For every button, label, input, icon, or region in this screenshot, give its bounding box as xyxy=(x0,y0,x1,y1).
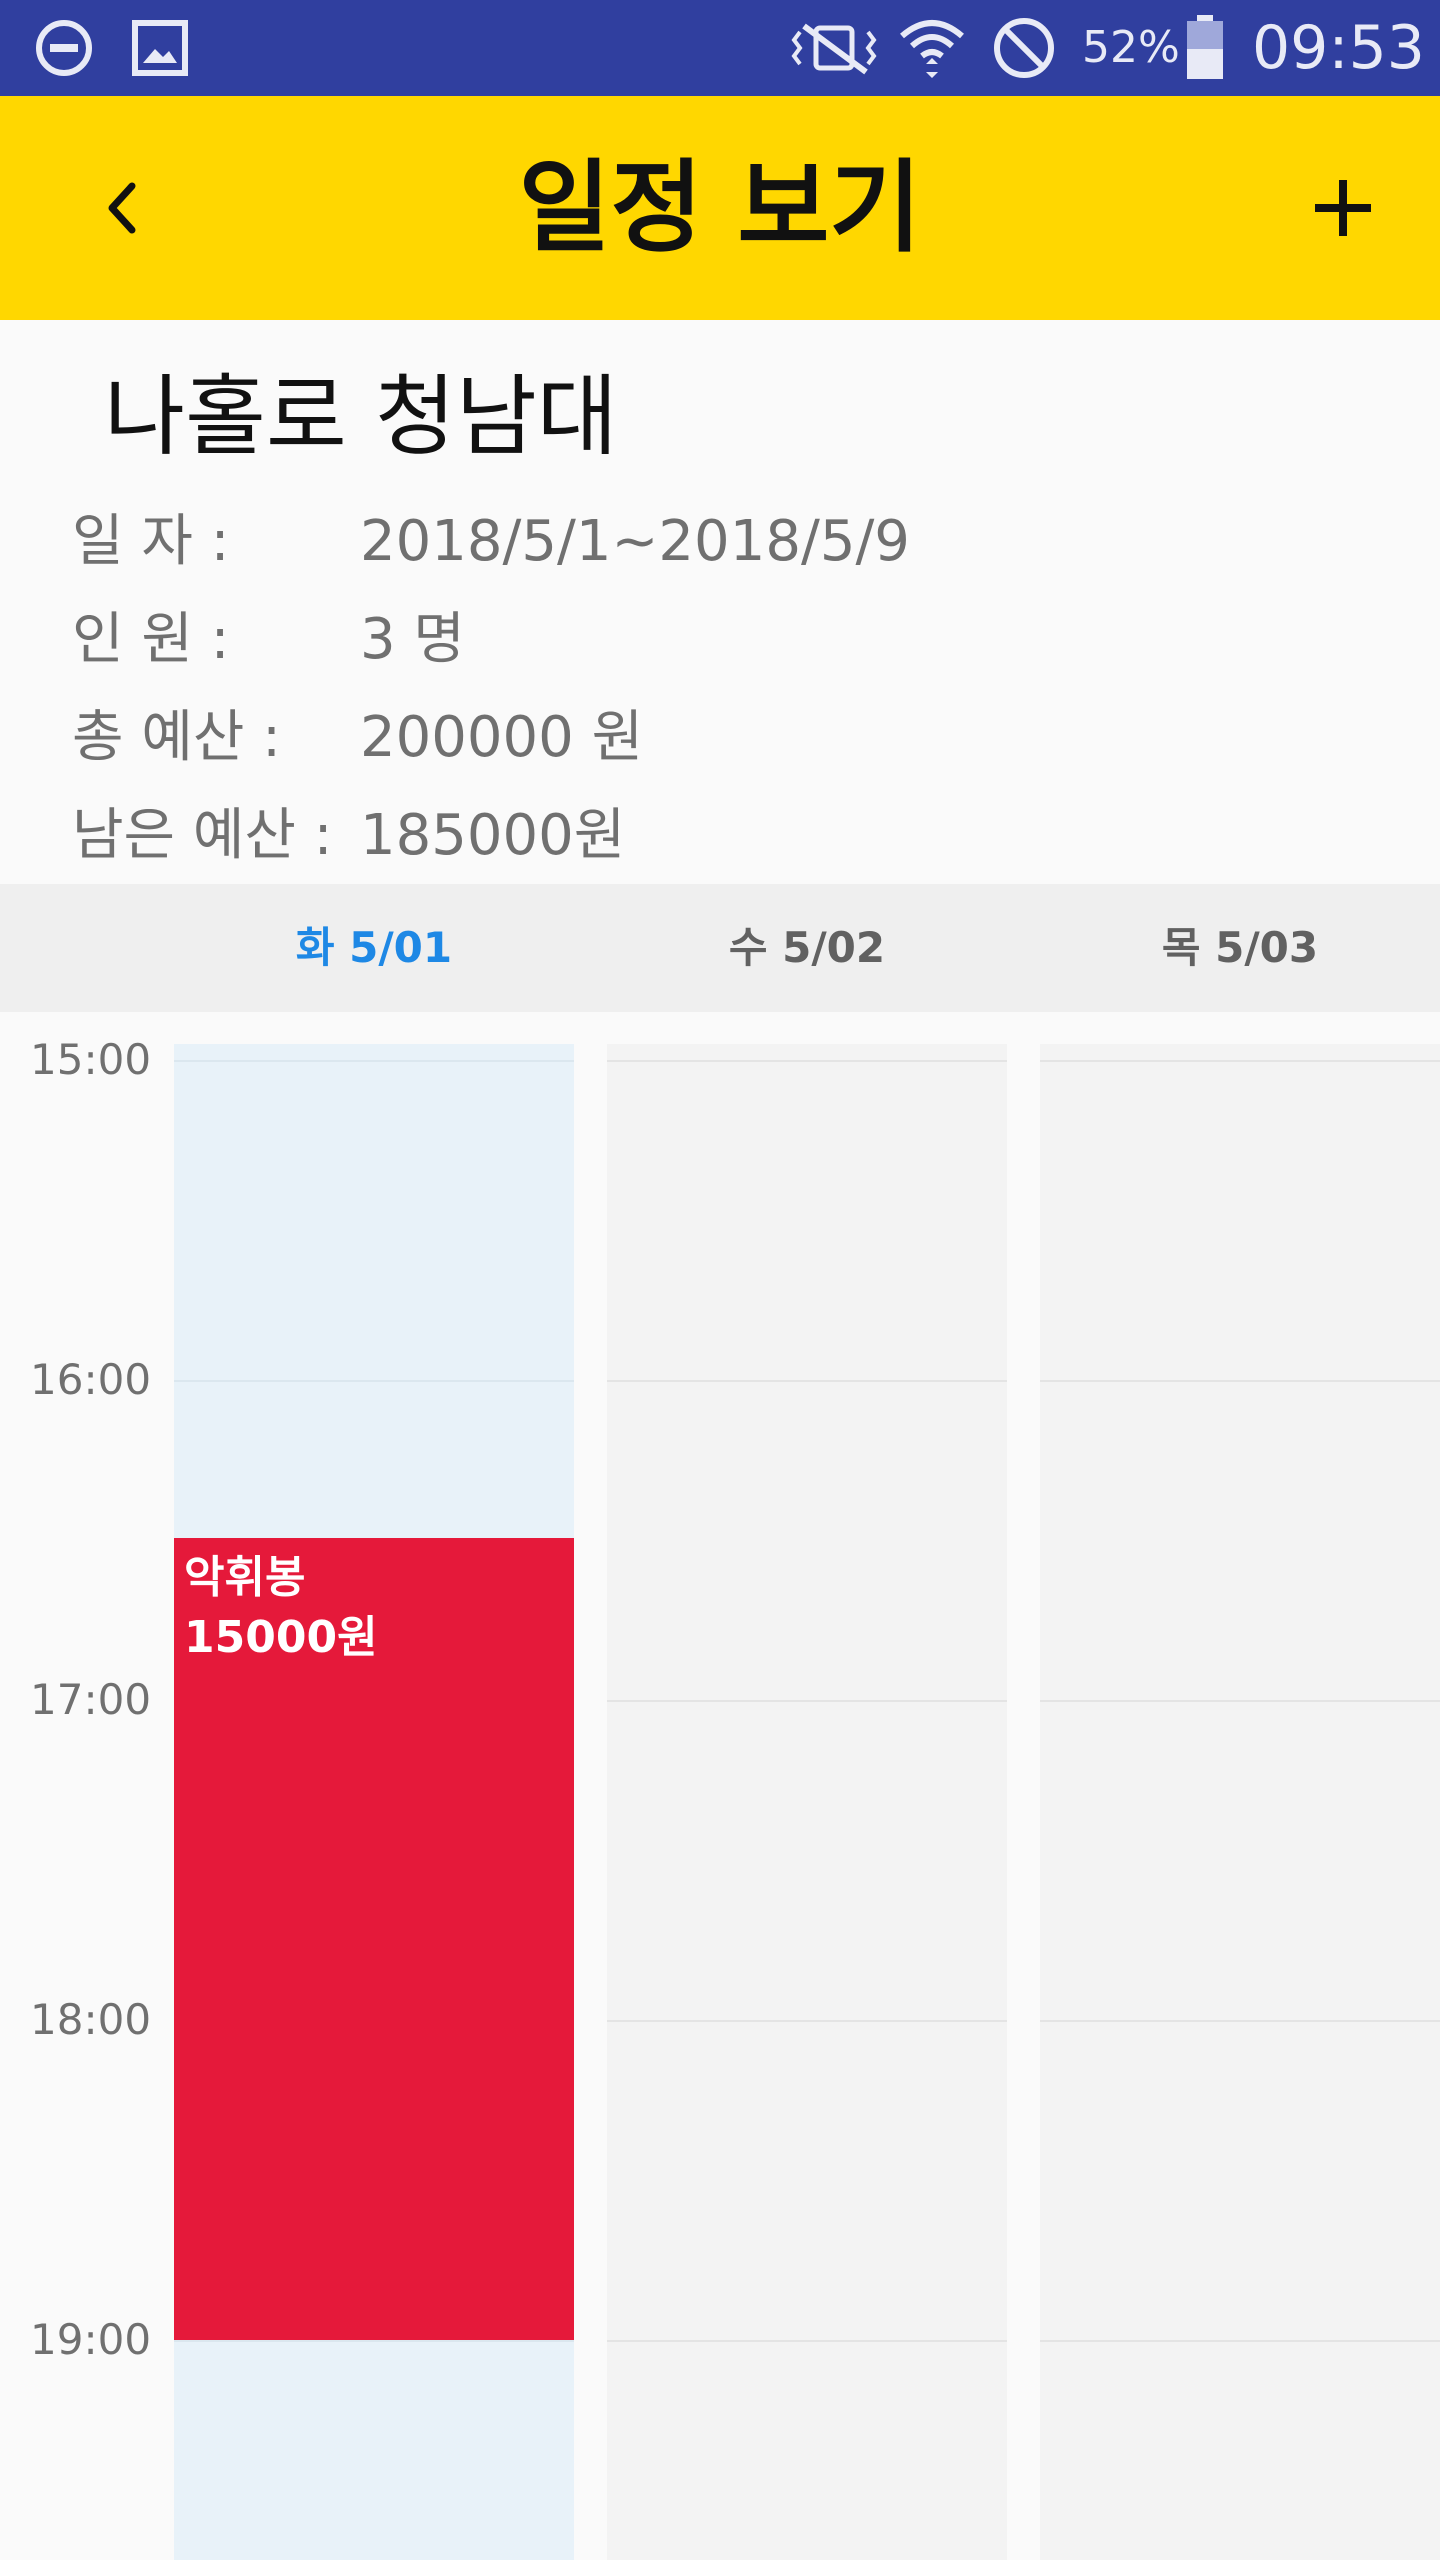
day-tab-3[interactable]: 목 5/03 xyxy=(1040,884,1440,1012)
day-header: 화 5/01 수 5/02 목 5/03 xyxy=(0,884,1440,1012)
gallery-icon xyxy=(126,14,194,82)
hour-line xyxy=(1040,1380,1440,1382)
hour-line xyxy=(174,1380,574,1382)
page-title: 일정 보기 xyxy=(518,149,922,266)
info-label: 남은 예산 : xyxy=(72,803,333,868)
battery-percent: 52% xyxy=(1082,22,1180,73)
clock: 09:53 xyxy=(1252,13,1425,83)
hour-line xyxy=(1040,2020,1440,2022)
day-column-2[interactable] xyxy=(607,1044,1007,2560)
plus-icon xyxy=(1315,180,1371,236)
day-column-3[interactable] xyxy=(1040,1044,1440,2560)
wifi-icon xyxy=(898,14,966,82)
do-not-disturb-icon xyxy=(30,14,98,82)
time-label: 18:00 xyxy=(30,1995,152,2044)
blocked-icon xyxy=(990,14,1058,82)
info-value: 185000원 xyxy=(360,803,626,868)
schedule-event[interactable]: 악휘봉 15000원 xyxy=(174,1538,574,2340)
time-label: 16:00 xyxy=(30,1355,152,1404)
hour-line xyxy=(1040,1700,1440,1702)
info-value: 3 명 xyxy=(360,607,465,672)
day-tab-1[interactable]: 화 5/01 xyxy=(174,884,574,1012)
hour-line xyxy=(1040,1060,1440,1062)
hour-line xyxy=(174,1060,574,1062)
vibrate-off-icon xyxy=(784,14,884,82)
event-name: 악휘봉 xyxy=(184,1552,306,1603)
hour-line xyxy=(607,2340,1007,2342)
hour-line xyxy=(607,1700,1007,1702)
battery-icon xyxy=(1180,14,1230,82)
hour-line xyxy=(174,2340,574,2342)
info-label: 일 자 : xyxy=(72,509,230,574)
info-value: 2018/5/1~2018/5/9 xyxy=(360,509,910,574)
day-tab-2[interactable]: 수 5/02 xyxy=(607,884,1007,1012)
trip-name: 나홀로 청남대 xyxy=(104,365,618,468)
hour-line xyxy=(607,1060,1007,1062)
hour-line xyxy=(1040,2340,1440,2342)
info-label: 인 원 : xyxy=(72,607,230,672)
time-label: 15:00 xyxy=(30,1035,152,1084)
toolbar: 일정 보기 xyxy=(0,96,1440,320)
hour-line xyxy=(607,1380,1007,1382)
time-label: 17:00 xyxy=(30,1675,152,1724)
event-cost: 15000원 xyxy=(184,1612,378,1663)
status-bar: 52% 09:53 xyxy=(0,0,1440,96)
add-schedule-button[interactable] xyxy=(1288,158,1398,258)
hour-line xyxy=(607,2020,1007,2022)
info-value: 200000 원 xyxy=(360,705,644,770)
time-label: 19:00 xyxy=(30,2315,152,2364)
info-label: 총 예산 : xyxy=(72,705,282,770)
